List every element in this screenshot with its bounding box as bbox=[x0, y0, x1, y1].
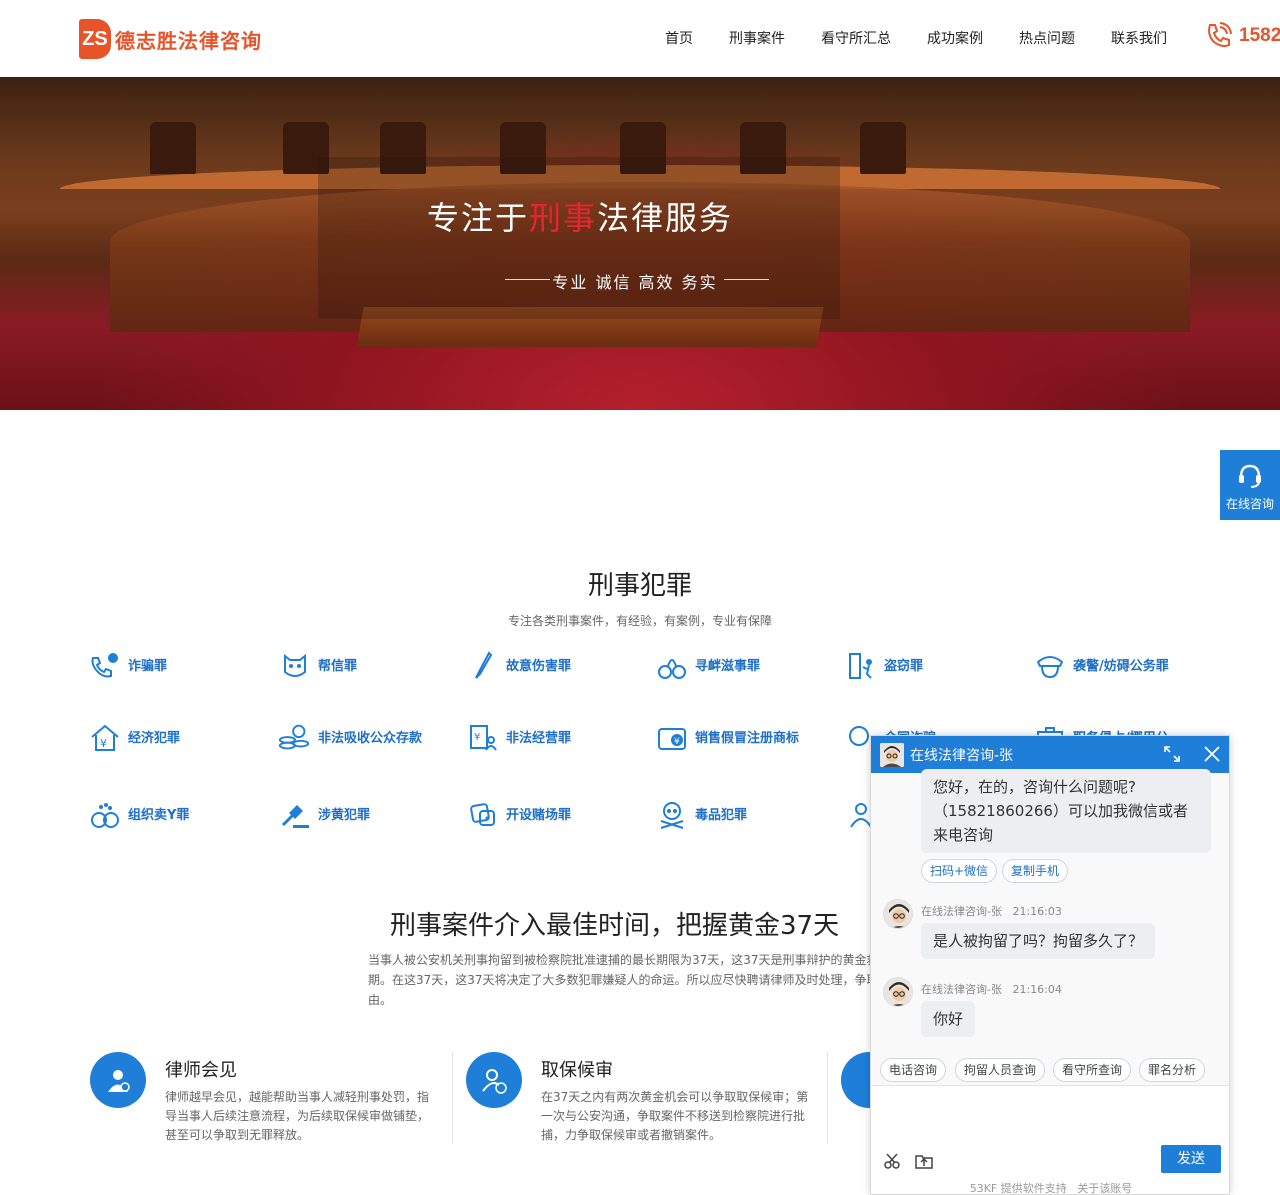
service-divider bbox=[452, 1052, 453, 1144]
banner-title: 专注于刑事法律服务 bbox=[426, 199, 734, 237]
crime-item-illegal-deposits[interactable]: 非法吸收公众存款 bbox=[278, 721, 428, 755]
handcuffs-icon bbox=[655, 649, 689, 683]
thief-door-icon bbox=[844, 649, 878, 683]
logo-text: 德志胜法律咨询 bbox=[115, 28, 262, 53]
send-button[interactable]: 发送 bbox=[1161, 1145, 1221, 1173]
judge-chair bbox=[860, 122, 906, 174]
crime-item-theft[interactable]: 盗窃罪 bbox=[844, 649, 994, 683]
knife-icon bbox=[466, 649, 500, 683]
upload-folder-icon[interactable] bbox=[915, 1152, 933, 1170]
service-divider bbox=[827, 1052, 828, 1144]
nav-contact[interactable]: 联系我们 bbox=[1111, 28, 1167, 48]
dice-icon bbox=[466, 798, 500, 832]
phone-number: 1582 bbox=[1239, 25, 1280, 46]
agent-message: 你好 bbox=[921, 1001, 976, 1037]
document-person-icon: ¥ bbox=[466, 721, 500, 755]
message-meta: 在线法律咨询-张 21:16:03 bbox=[921, 905, 1062, 918]
banner-title-highlight: 刑事 bbox=[528, 199, 597, 237]
nav-home[interactable]: 首页 bbox=[665, 28, 693, 48]
crime-item-fraud[interactable]: 诈骗罪 bbox=[88, 649, 238, 683]
crime-item-assault[interactable]: 故意伤害罪 bbox=[466, 649, 616, 683]
crime-section-subtitle: 专注各类刑事案件，有经验，有案例，专业有保障 bbox=[507, 614, 772, 628]
site-header: ZS 德志胜法律咨询 首页 刑事案件 看守所汇总 成功案例 热点问题 联系我们 … bbox=[0, 0, 1280, 77]
chat-messages: 您好，在的，咨询什么问题呢?（15821860266）可以加我微信或者来电咨询 … bbox=[871, 769, 1229, 1085]
nav-hot-issues[interactable]: 热点问题 bbox=[1019, 28, 1075, 48]
crime-item-organizing-prostitution[interactable]: 组织卖Y罪 bbox=[88, 798, 238, 832]
quick-reply-charge-analysis[interactable]: 罪名分析 bbox=[1139, 1058, 1206, 1082]
agent-avatar bbox=[883, 977, 913, 1007]
chat-window: 在线法律咨询-张 您好，在的，咨询什么问题呢?（15821860266）可以加我… bbox=[870, 735, 1230, 1195]
nav-success-cases[interactable]: 成功案例 bbox=[927, 28, 983, 48]
scissors-icon[interactable] bbox=[883, 1152, 901, 1170]
police-cap-icon bbox=[1033, 649, 1067, 683]
chip-copy-phone[interactable]: 复制手机 bbox=[1002, 859, 1069, 883]
phone-icon bbox=[1208, 22, 1232, 47]
agent-avatar bbox=[883, 899, 913, 929]
hero-banner: 专注于刑事法律服务 专业 诚信 高效 务实 bbox=[0, 77, 1280, 410]
skull-icon bbox=[655, 798, 689, 832]
quick-reply-phone[interactable]: 电话咨询 bbox=[880, 1058, 947, 1082]
close-icon[interactable] bbox=[1203, 745, 1221, 763]
logo-mark: ZS bbox=[79, 19, 111, 59]
house-yuan-icon: ¥ bbox=[88, 721, 122, 755]
welcome-message: 您好，在的，咨询什么问题呢?（15821860266）可以加我微信或者来电咨询 bbox=[921, 769, 1211, 853]
quick-reply-detainee-query[interactable]: 拘留人员查询 bbox=[955, 1058, 1046, 1082]
nav-detention-centers[interactable]: 看守所汇总 bbox=[821, 28, 891, 48]
online-consult-button[interactable]: 在线咨询 bbox=[1220, 450, 1280, 520]
bail-icon bbox=[466, 1052, 522, 1108]
judge-chair bbox=[150, 122, 196, 174]
chat-title: 在线法律咨询-张 bbox=[910, 747, 1014, 764]
online-consult-label: 在线咨询 bbox=[1225, 497, 1274, 511]
gavel-icon bbox=[278, 798, 312, 832]
message-meta: 在线法律咨询-张 21:16:04 bbox=[921, 983, 1062, 996]
rings-icon bbox=[88, 798, 122, 832]
phone-skull-icon bbox=[88, 649, 122, 683]
banner-subtitle: 专业 诚信 高效 务实 bbox=[552, 273, 718, 292]
chat-input-area[interactable]: 发送 53KF 提供软件支持 关于该账号 bbox=[871, 1085, 1229, 1195]
chat-header: 在线法律咨询-张 bbox=[871, 736, 1229, 773]
svg-text:¥: ¥ bbox=[100, 737, 107, 750]
golden-period-text: 当事人被公安机关刑事拘留到被检察院批准逮捕的最长期限为37天，这37天是刑事辩护… bbox=[368, 953, 891, 1007]
chip-scan-wechat[interactable]: 扫码+微信 bbox=[921, 859, 998, 883]
crime-item-provoking-trouble[interactable]: 寻衅滋事罪 bbox=[655, 649, 805, 683]
chat-footer: 53KF 提供软件支持 关于该账号 bbox=[969, 1182, 1133, 1195]
about-account-link[interactable]: 关于该账号 bbox=[1077, 1182, 1132, 1194]
crime-item-pornography[interactable]: 涉黄犯罪 bbox=[278, 798, 428, 832]
wallet-yuan-icon: ¥ bbox=[655, 721, 689, 755]
crime-section-title: 刑事犯罪 bbox=[587, 571, 692, 601]
crime-item-economic[interactable]: ¥ 经济犯罪 bbox=[88, 721, 238, 755]
agent-message: 是人被拘留了吗？拘留多久了？ bbox=[921, 923, 1156, 959]
crime-item-assaulting-police[interactable]: 袭警/妨碍公务罪 bbox=[1033, 649, 1183, 683]
crime-item-counterfeit-trademark[interactable]: ¥ 销售假冒注册商标 bbox=[655, 721, 805, 755]
agent-avatar bbox=[880, 742, 904, 767]
quick-reply-detention-query[interactable]: 看守所查询 bbox=[1053, 1058, 1132, 1082]
main-nav: 首页 刑事案件 看守所汇总 成功案例 热点问题 联系我们 bbox=[648, 28, 1203, 48]
phone-contact[interactable]: 1582 bbox=[1202, 20, 1280, 52]
svg-text:¥: ¥ bbox=[474, 732, 480, 743]
crime-item-drugs[interactable]: 毒品犯罪 bbox=[655, 798, 805, 832]
headset-icon bbox=[1239, 464, 1261, 488]
banner-divider bbox=[724, 279, 769, 280]
expand-icon[interactable] bbox=[1163, 745, 1181, 763]
svg-text:¥: ¥ bbox=[674, 737, 680, 747]
crime-item-aiding-fraud[interactable]: 帮信罪 bbox=[278, 649, 428, 683]
crime-item-illegal-business[interactable]: ¥ 非法经营罪 bbox=[466, 721, 616, 755]
site-logo[interactable]: ZS 德志胜法律咨询 bbox=[79, 19, 262, 59]
golden-period-title: 刑事案件介入最佳时间，把握黄金37天 bbox=[390, 911, 840, 941]
mask-icon bbox=[278, 649, 312, 683]
lawyer-icon bbox=[90, 1052, 146, 1108]
coins-icon bbox=[278, 721, 312, 755]
crime-item-gambling[interactable]: 开设赌场罪 bbox=[466, 798, 616, 832]
nav-criminal-cases[interactable]: 刑事案件 bbox=[729, 28, 785, 48]
